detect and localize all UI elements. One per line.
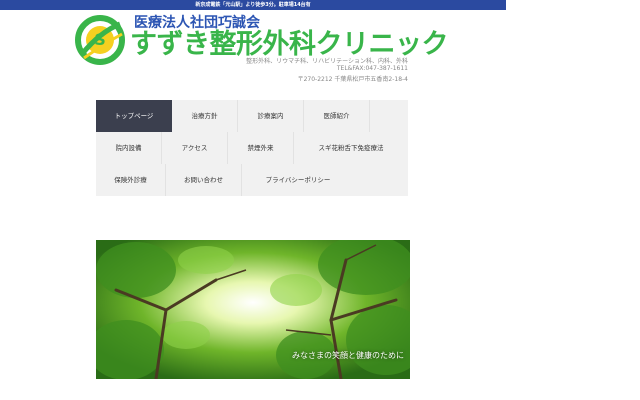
nav-item-label: 禁煙外来 (247, 144, 274, 152)
top-notice-text: 新京成電鉄「元山駅」より徒歩3分。駐車場14台有 (195, 2, 311, 8)
hero-caption: みなさまの笑顔と健康のために (292, 351, 404, 360)
nav-item-label: 治療方針 (191, 112, 218, 120)
nav-item-label: 診療案内 (257, 112, 284, 120)
nav-item-top[interactable]: トップページ (96, 100, 172, 132)
clinic-logo-icon: S (75, 15, 125, 65)
nav-item-privacy[interactable]: プライバシーポリシー (242, 164, 354, 196)
nav-item-label: 保険外診療 (114, 176, 147, 184)
clinic-logo[interactable]: S (74, 14, 126, 66)
main-nav: トップページ 治療方針 診療案内 医師紹介 院内設備 アクセス 禁煙外来 スギ花… (96, 100, 408, 196)
nav-item-policy[interactable]: 治療方針 (172, 100, 238, 132)
nav-item-pollen[interactable]: スギ花粉舌下免疫療法 (294, 132, 408, 164)
nav-item-label: 院内設備 (115, 144, 142, 152)
nav-item-label: アクセス (181, 144, 208, 152)
hero-image: みなさまの笑顔と健康のために (96, 240, 410, 379)
nav-item-self-pay[interactable]: 保険外診療 (96, 164, 166, 196)
svg-text:S: S (94, 30, 106, 49)
phone-text: TEL&FAX:047-387-1611 (336, 65, 408, 72)
nav-item-facilities[interactable]: 院内設備 (96, 132, 162, 164)
nav-item-label: トップページ (114, 112, 154, 120)
departments-text: 整形外科、リウマチ科、リハビリテーション科、内科、外科 (246, 58, 408, 65)
address-text: 〒270-2212 千葉県松戸市五香南2-18-4 (297, 76, 408, 83)
nav-item-guide[interactable]: 診療案内 (238, 100, 304, 132)
nav-item-contact[interactable]: お問い合わせ (166, 164, 242, 196)
nav-item-label: 医師紹介 (323, 112, 350, 120)
nav-row-2: 院内設備 アクセス 禁煙外来 スギ花粉舌下免疫療法 (96, 132, 408, 164)
nav-item-doctor[interactable]: 医師紹介 (304, 100, 370, 132)
nav-item-label: お問い合わせ (184, 176, 223, 184)
nav-row-1: トップページ 治療方針 診療案内 医師紹介 (96, 100, 408, 132)
nav-item-smoking[interactable]: 禁煙外来 (228, 132, 294, 164)
nav-item-label: スギ花粉舌下免疫療法 (318, 144, 384, 152)
nav-item-label: プライバシーポリシー (265, 176, 331, 184)
top-notice-bar: 新京成電鉄「元山駅」より徒歩3分。駐車場14台有 (0, 0, 506, 10)
nav-row-3: 保険外診療 お問い合わせ プライバシーポリシー (96, 164, 408, 196)
nav-item-access[interactable]: アクセス (162, 132, 228, 164)
